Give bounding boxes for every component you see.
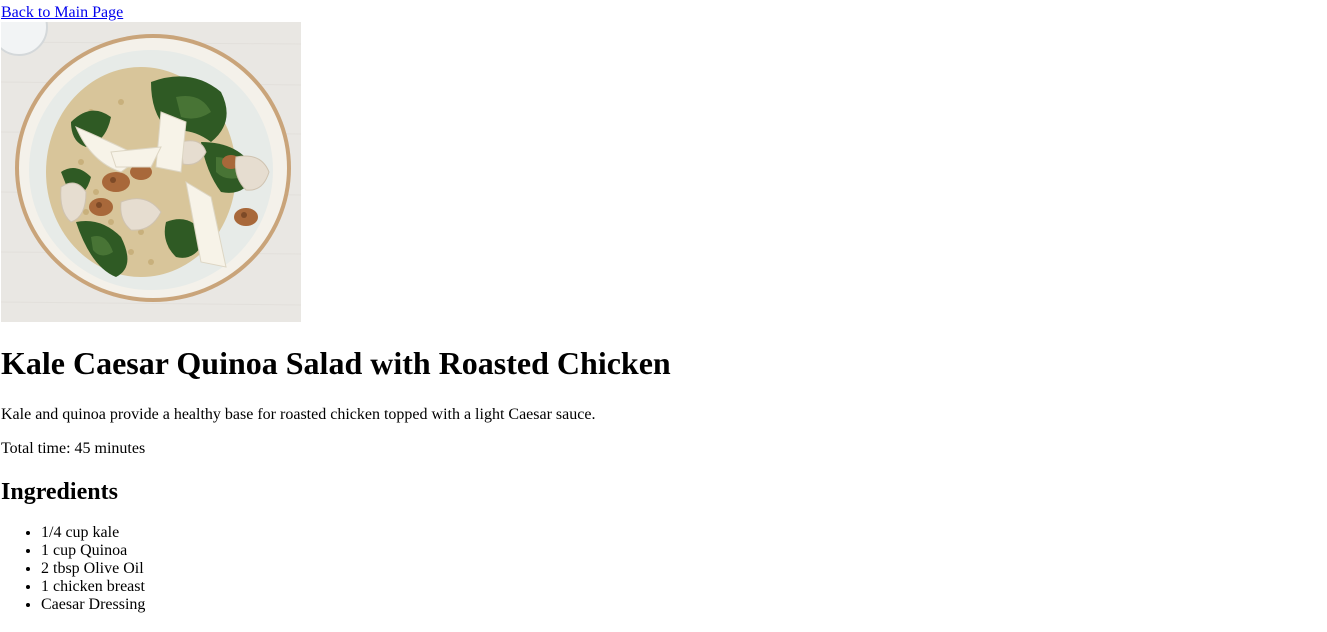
- ingredient-item: 1 cup Quinoa: [41, 542, 145, 560]
- ingredients-heading: Ingredients: [1, 479, 118, 505]
- recipe-photo: [1, 22, 301, 322]
- total-time: Total time: 45 minutes: [1, 440, 146, 457]
- recipe-description: Kale and quinoa provide a healthy base f…: [1, 406, 596, 423]
- ingredients-list: 1/4 cup kale 1 cup Quinoa 2 tbsp Olive O…: [1, 524, 145, 614]
- ingredient-item: Caesar Dressing: [41, 596, 145, 614]
- recipe-title: Kale Caesar Quinoa Salad with Roasted Ch…: [1, 345, 671, 381]
- back-to-main-link[interactable]: Back to Main Page: [1, 3, 123, 22]
- ingredient-item: 1 chicken breast: [41, 578, 145, 596]
- ingredient-item: 1/4 cup kale: [41, 524, 145, 542]
- ingredient-item: 2 tbsp Olive Oil: [41, 560, 145, 578]
